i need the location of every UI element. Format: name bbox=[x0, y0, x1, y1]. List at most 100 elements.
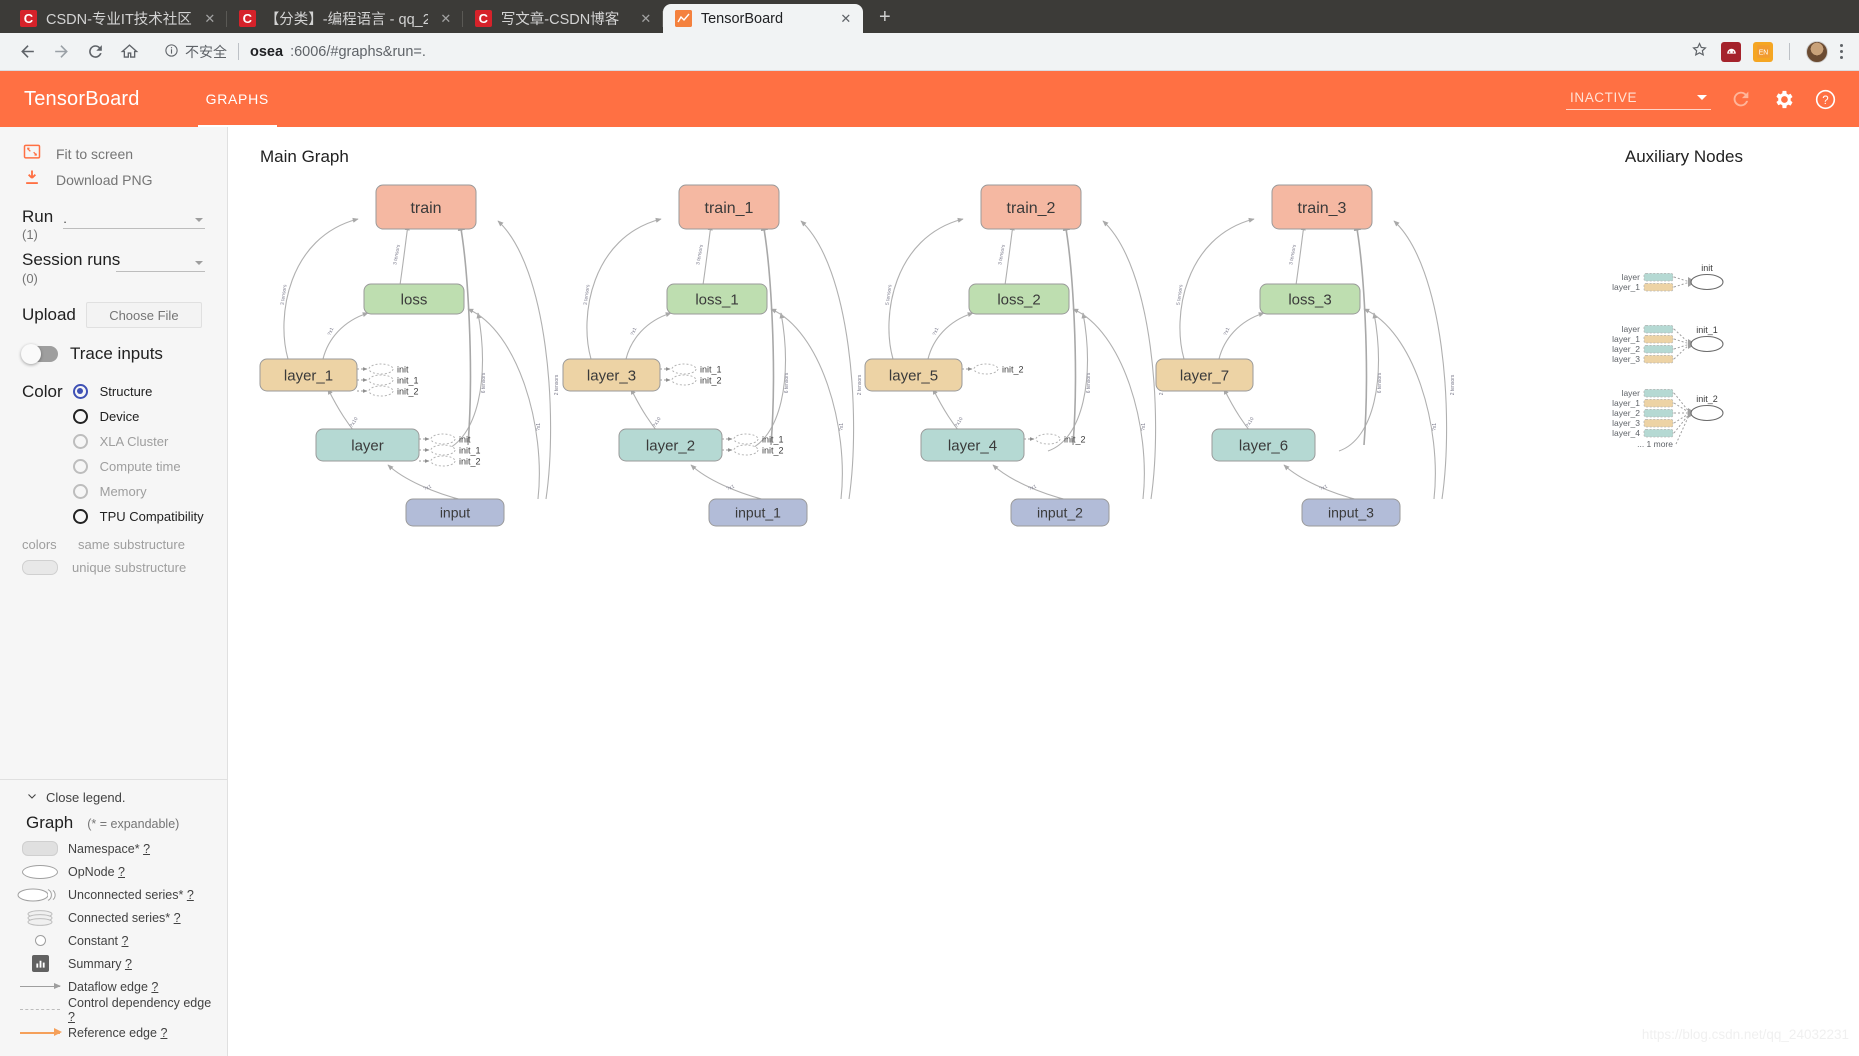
download-png-row[interactable]: Download PNG bbox=[12, 167, 215, 193]
fit-to-screen-row[interactable]: Fit to screen bbox=[12, 141, 215, 167]
new-tab-button[interactable]: + bbox=[871, 3, 899, 31]
aux-source-label: layer_1 bbox=[1612, 334, 1640, 344]
help-link[interactable]: ? bbox=[68, 1010, 75, 1024]
aux-init-upper-0-2[interactable]: init_2 bbox=[357, 385, 419, 397]
node-input[interactable]: input bbox=[405, 498, 505, 527]
node-loss_1[interactable]: loss_1 bbox=[666, 283, 768, 315]
legend-item-label: Namespace* bbox=[68, 841, 140, 856]
back-arrow-icon[interactable] bbox=[12, 37, 42, 67]
profile-avatar[interactable] bbox=[1806, 40, 1828, 63]
aux-init-lower-1-0[interactable]: init_1 bbox=[722, 433, 784, 445]
translate-icon[interactable]: EN bbox=[1753, 41, 1773, 62]
aux-init-upper-1-1-shape bbox=[671, 374, 697, 386]
aux-group-init[interactable]: layerlayer_1 init bbox=[1612, 263, 1724, 292]
node-train_1[interactable]: train_1 bbox=[678, 184, 780, 230]
csdn-icon: C bbox=[238, 10, 256, 27]
tab-graphs[interactable]: GRAPHS bbox=[190, 71, 285, 127]
aux-init-upper-0-0[interactable]: init bbox=[357, 363, 409, 375]
session-runs-select[interactable] bbox=[116, 250, 205, 272]
close-legend-button[interactable]: Close legend. bbox=[12, 790, 215, 805]
node-layer_4[interactable]: layer_4 bbox=[920, 428, 1025, 462]
close-icon[interactable]: ✕ bbox=[437, 10, 455, 28]
aux-init-lower-0-1[interactable]: init_1 bbox=[419, 444, 481, 456]
edge-label-x10: ?x10 bbox=[1245, 416, 1256, 429]
refresh-icon[interactable] bbox=[1729, 87, 1753, 111]
browser-tab-1[interactable]: C CSDN-专业IT技术社区 ✕ bbox=[8, 4, 227, 33]
edge-layer-to-loss bbox=[745, 312, 787, 452]
help-question-icon[interactable]: ? bbox=[1813, 87, 1837, 111]
node-layer_3[interactable]: layer_3 bbox=[562, 358, 661, 392]
aux-op-shape bbox=[1690, 335, 1724, 353]
node-layer_6[interactable]: layer_6 bbox=[1211, 428, 1316, 462]
node-loss_3[interactable]: loss_3 bbox=[1259, 283, 1361, 315]
reload-icon[interactable] bbox=[80, 37, 110, 67]
aux-init-lower-1-1[interactable]: init_2 bbox=[722, 444, 784, 456]
security-chip[interactable]: 不安全 bbox=[164, 42, 227, 62]
help-link[interactable]: ? bbox=[118, 865, 125, 879]
help-link[interactable]: ? bbox=[125, 957, 132, 971]
help-link[interactable]: ? bbox=[187, 888, 194, 902]
close-icon[interactable]: ✕ bbox=[201, 10, 219, 28]
help-link[interactable]: ? bbox=[151, 980, 158, 994]
edge-input-to-train bbox=[800, 220, 855, 500]
trace-inputs-toggle[interactable] bbox=[21, 344, 58, 364]
close-icon[interactable]: ✕ bbox=[637, 10, 655, 28]
settings-gear-icon[interactable] bbox=[1771, 87, 1795, 111]
graph-svg[interactable]: ?x10 ?x1 ?x1 3 tensors 3 tensors 6 tensors 2 t… bbox=[228, 127, 1859, 1056]
kebab-menu-icon[interactable] bbox=[1840, 44, 1843, 59]
aux-init-lower-0-0[interactable]: init bbox=[419, 433, 471, 445]
node-layer_1[interactable]: layer_1 bbox=[259, 358, 358, 392]
node-train_3[interactable]: train_3 bbox=[1271, 184, 1373, 230]
help-link[interactable]: ? bbox=[160, 1026, 167, 1040]
node-input_1[interactable]: input_1 bbox=[708, 498, 808, 527]
choose-file-button[interactable]: Choose File bbox=[85, 302, 202, 328]
edge-upperlayer-to-train bbox=[888, 217, 964, 360]
aux-group-init_2[interactable]: layerlayer_1layer_2layer_3layer_4... 1 m… bbox=[1612, 388, 1724, 449]
aux-init-upper-1-1[interactable]: init_2 bbox=[660, 374, 722, 386]
aux-init-upper-2-0[interactable]: init_2 bbox=[962, 363, 1024, 375]
browser-tab-4[interactable]: TensorBoard ✕ bbox=[662, 4, 863, 33]
node-input_3[interactable]: input_3 bbox=[1301, 498, 1401, 527]
reload-state-dropdown[interactable]: INACTIVE bbox=[1566, 88, 1711, 110]
aux-init-lower-1-0-label: init_1 bbox=[762, 434, 784, 444]
node-input_2[interactable]: input_2 bbox=[1010, 498, 1110, 527]
edge-label-tensors-d: 2 tensors bbox=[1450, 374, 1456, 395]
radio-icon bbox=[72, 433, 88, 449]
home-icon[interactable] bbox=[114, 37, 144, 67]
aux-group-init_1[interactable]: layerlayer_1layer_2layer_3 init_1 bbox=[1612, 324, 1724, 364]
help-link[interactable]: ? bbox=[143, 842, 150, 856]
node-loss_2[interactable]: loss_2 bbox=[968, 283, 1070, 315]
forward-arrow-icon[interactable] bbox=[46, 37, 76, 67]
help-link[interactable]: ? bbox=[122, 934, 129, 948]
aux-edge bbox=[1673, 392, 1691, 414]
run-select[interactable]: . bbox=[63, 207, 205, 229]
star-icon[interactable] bbox=[1690, 40, 1709, 64]
edge-upperlayer-to-train bbox=[283, 217, 359, 360]
node-layer_1-label: layer_1 bbox=[284, 367, 333, 384]
node-layer_2[interactable]: layer_2 bbox=[618, 428, 723, 462]
address-bar[interactable]: 不安全 osea:6006/#graphs&run=. bbox=[154, 39, 1680, 65]
aux-init-upper-0-1[interactable]: init_1 bbox=[357, 374, 419, 386]
node-layer_7[interactable]: layer_7 bbox=[1155, 358, 1254, 392]
graph-canvas[interactable]: Main Graph Auxiliary Nodes https://blog.… bbox=[228, 127, 1859, 1056]
svg-text:EN: EN bbox=[1758, 50, 1768, 57]
color-option-structure[interactable]: Structure bbox=[72, 382, 204, 400]
node-loss[interactable]: loss bbox=[363, 283, 465, 315]
aux-init-upper-1-0[interactable]: init_1 bbox=[660, 363, 722, 375]
node-layer[interactable]: layer bbox=[315, 428, 420, 462]
aux-init-lower-2-0[interactable]: init_2 bbox=[1024, 433, 1086, 445]
aux-source-chip bbox=[1643, 344, 1674, 354]
node-train_2[interactable]: train_2 bbox=[980, 184, 1082, 230]
aux-init-lower-0-2[interactable]: init_2 bbox=[419, 455, 481, 467]
color-option-xla-cluster: XLA Cluster bbox=[72, 432, 204, 450]
color-option-device[interactable]: Device bbox=[72, 407, 204, 425]
node-train[interactable]: train bbox=[375, 184, 477, 230]
color-option-tpu-compatibility[interactable]: TPU Compatibility bbox=[72, 507, 204, 525]
edge-input-to-loss bbox=[1072, 308, 1145, 500]
extension-icon[interactable] bbox=[1721, 41, 1741, 62]
browser-tab-3[interactable]: C 写文章-CSDN博客 ✕ bbox=[463, 4, 663, 33]
close-icon[interactable]: ✕ bbox=[837, 10, 855, 28]
browser-tab-2[interactable]: C 【分类】-编程语言 - qq_2 ✕ bbox=[227, 4, 463, 33]
help-link[interactable]: ? bbox=[174, 911, 181, 925]
node-layer_5[interactable]: layer_5 bbox=[864, 358, 963, 392]
